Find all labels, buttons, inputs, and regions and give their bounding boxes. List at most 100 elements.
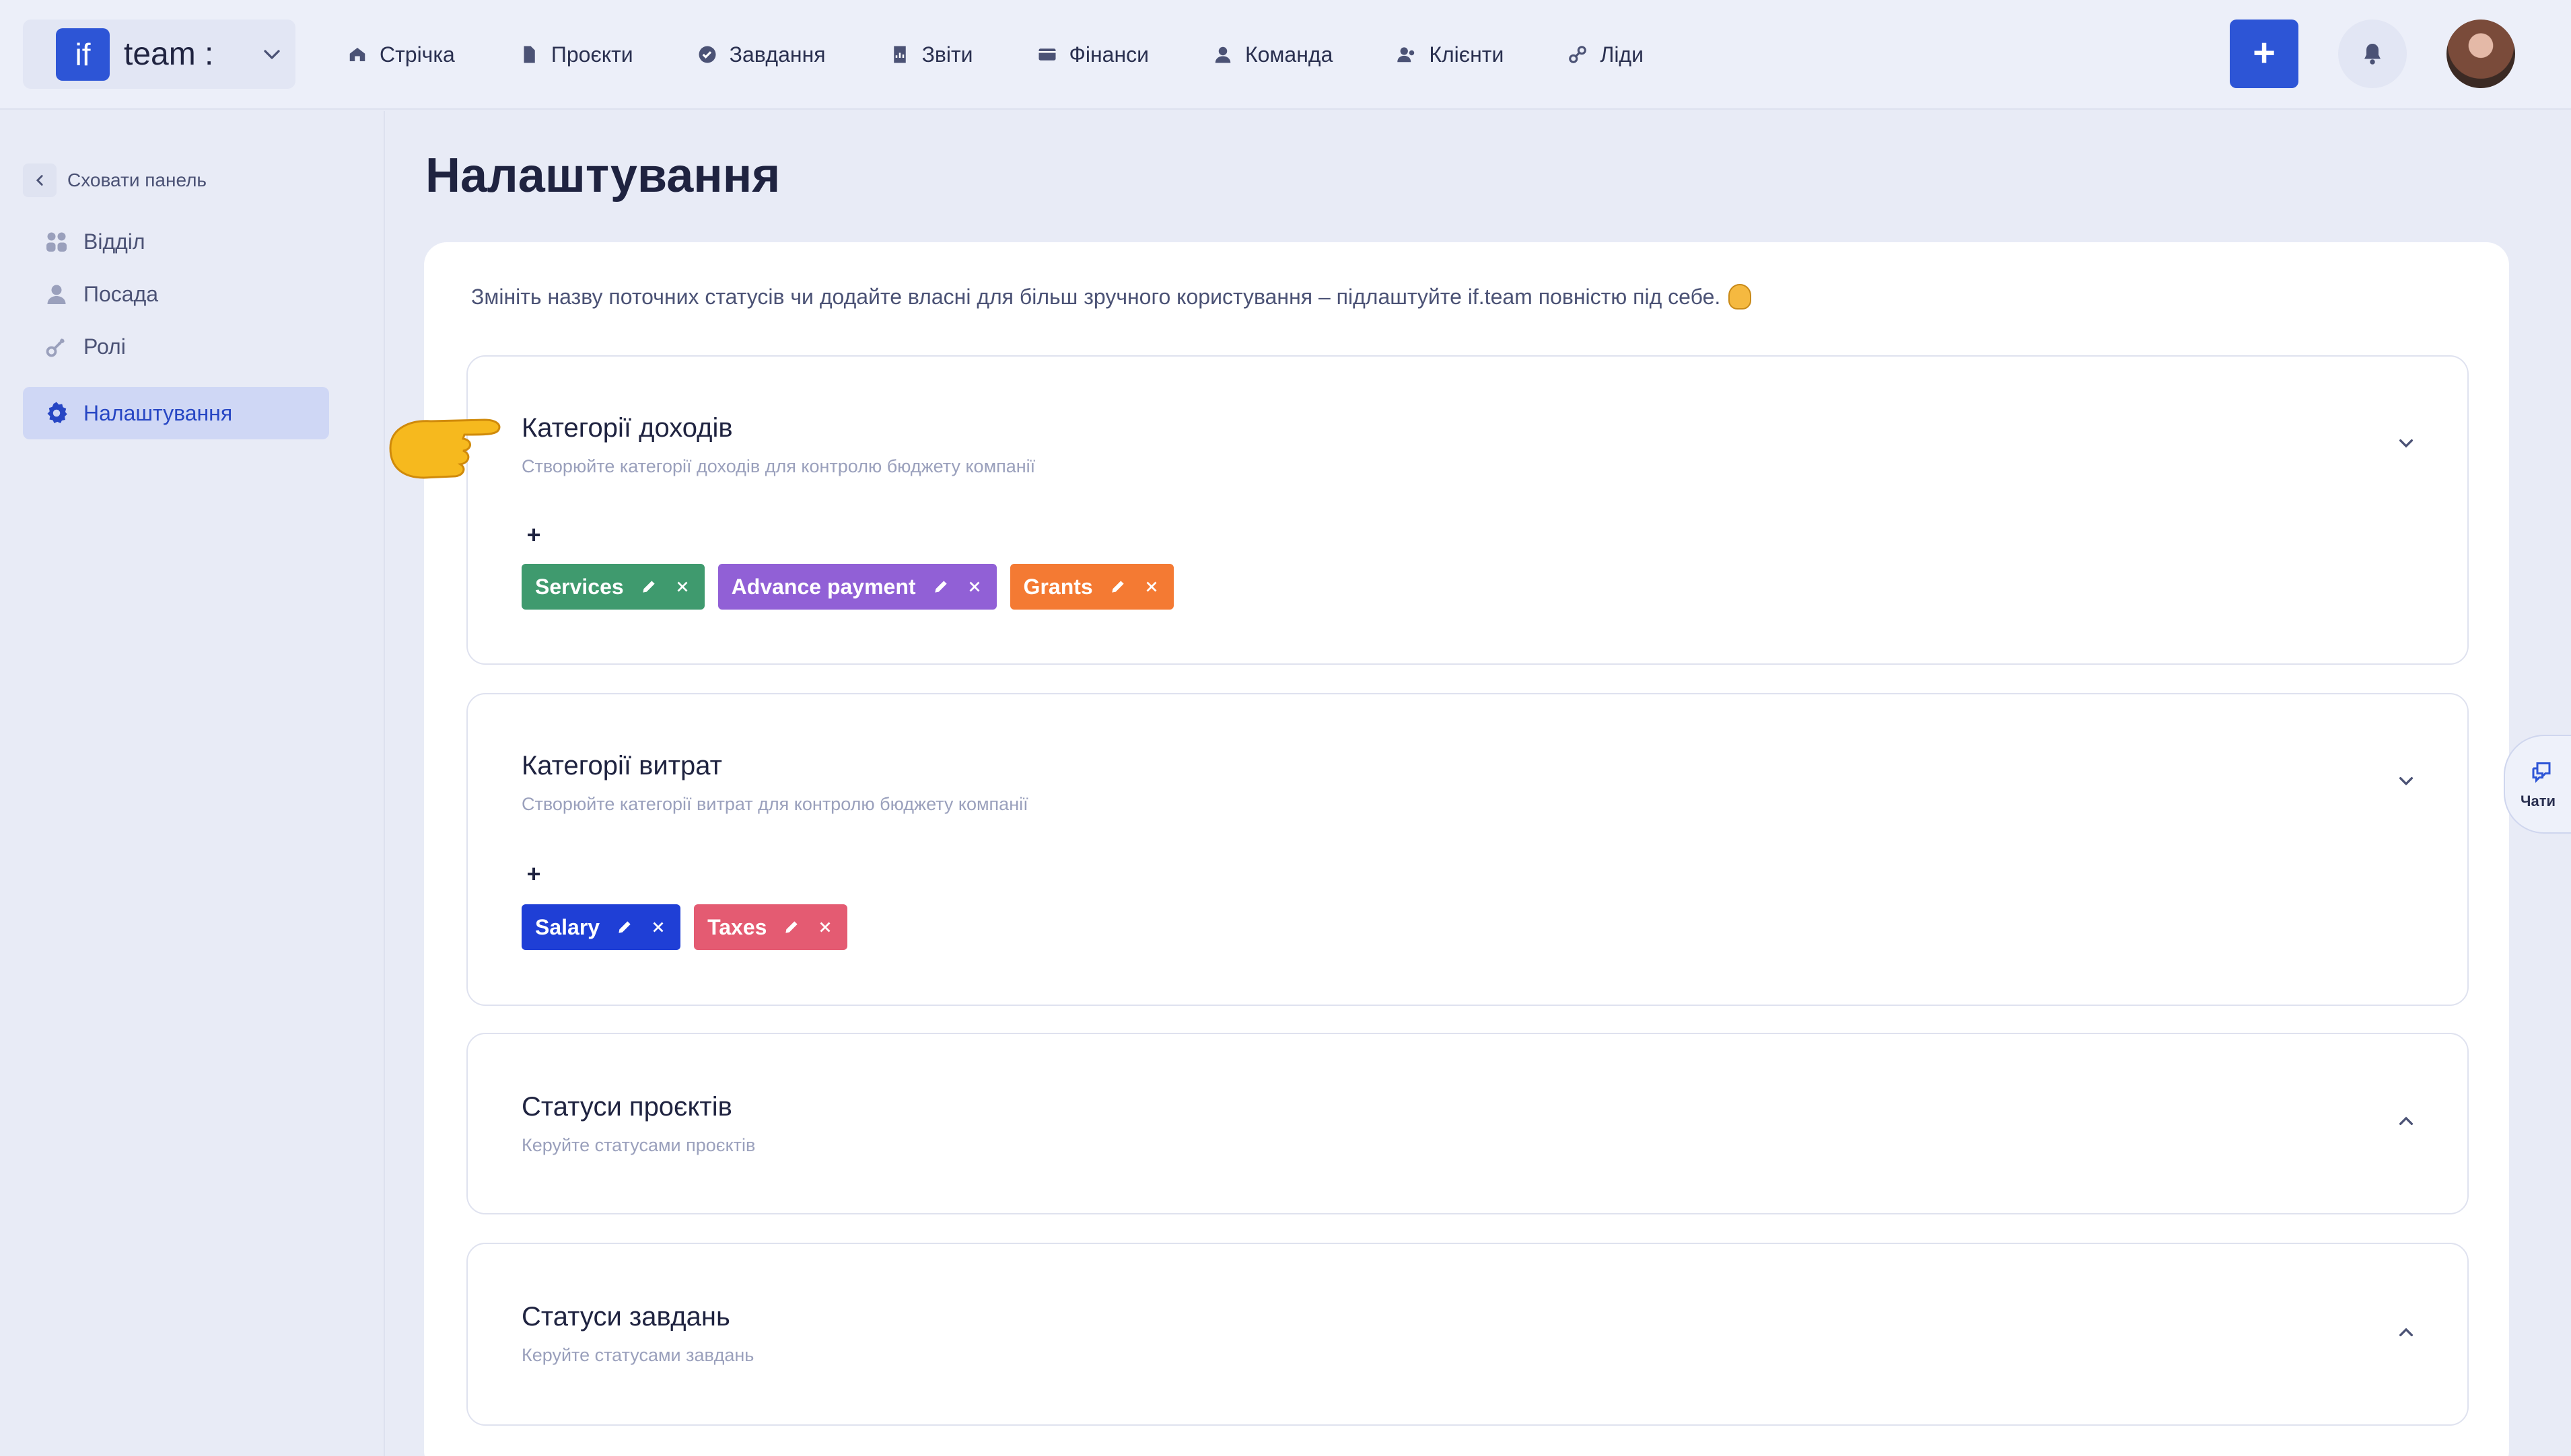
- section-title: Категорії доходів: [522, 413, 733, 443]
- sidebar-item-position[interactable]: Посада: [23, 268, 329, 320]
- avatar[interactable]: [2446, 20, 2515, 88]
- tag-label: Salary: [535, 914, 600, 939]
- workspace-switcher[interactable]: if team :: [23, 20, 295, 89]
- add-category-button[interactable]: +: [522, 862, 546, 887]
- chats-label: Чати: [2521, 793, 2556, 809]
- intro-label: Змініть назву поточних статусів чи додай…: [471, 284, 1721, 309]
- close-icon[interactable]: [674, 578, 691, 595]
- section-subtitle: Керуйте статусами завдань: [522, 1345, 754, 1365]
- chevron-up-icon[interactable]: [2393, 1108, 2420, 1135]
- section-subtitle: Створюйте категорії доходів для контролю…: [522, 456, 1036, 476]
- nav-item-reports[interactable]: Звіти: [890, 34, 973, 75]
- chevron-down-icon: [264, 50, 280, 59]
- nav-label: Клієнти: [1429, 42, 1504, 67]
- section-subtitle: Створюйте категорії витрат для контролю …: [522, 794, 1028, 814]
- key-icon: [46, 338, 65, 357]
- nav-item-team[interactable]: Команда: [1213, 34, 1333, 75]
- brand-logo: if: [56, 28, 110, 81]
- settings-panel: Змініть назву поточних статусів чи додай…: [424, 242, 2509, 1456]
- section-income-categories: Категорії доходів Створюйте категорії до…: [466, 355, 2469, 665]
- nav-label: Команда: [1244, 42, 1333, 67]
- tag-salary: Salary: [522, 904, 681, 950]
- top-bar: if team : Стрічка Проєкти Завдання Звіти…: [0, 0, 2571, 110]
- pencil-icon[interactable]: [640, 578, 658, 595]
- tag-label: Grants: [1023, 574, 1093, 599]
- check-circle-icon: [699, 46, 716, 63]
- chevron-up-icon[interactable]: [2393, 1319, 2420, 1346]
- nav-item-leads[interactable]: Ліди: [1568, 34, 1644, 75]
- pencil-icon[interactable]: [616, 918, 633, 936]
- chevron-down-icon[interactable]: [2393, 767, 2420, 794]
- add-category-button[interactable]: +: [522, 523, 546, 548]
- section-title: Статуси завдань: [522, 1302, 730, 1332]
- section-subtitle: Керуйте статусами проєктів: [522, 1135, 756, 1155]
- section-project-statuses[interactable]: Статуси проєктів Керуйте статусами проєк…: [466, 1033, 2469, 1214]
- chevron-down-icon[interactable]: [2393, 429, 2420, 456]
- nav-label: Проєкти: [551, 42, 633, 67]
- section-title: Категорії витрат: [522, 751, 722, 780]
- user-icon: [47, 285, 66, 304]
- group-icon: [46, 232, 67, 252]
- nav-label: Ліди: [1600, 42, 1644, 67]
- nav-label: Стрічка: [380, 42, 455, 67]
- hide-panel-label: Сховати панель: [67, 170, 207, 190]
- tag-label: Advance payment: [731, 574, 916, 599]
- wallet-icon: [1038, 48, 1056, 61]
- hide-panel-button[interactable]: Сховати панель: [23, 163, 207, 197]
- section-expense-categories: Категорії витрат Створюйте категорії вит…: [466, 693, 2469, 1006]
- brand-name: team :: [124, 36, 214, 72]
- page-title: Налаштування: [425, 149, 781, 203]
- chats-tab[interactable]: Чати: [2504, 735, 2571, 834]
- nav-label: Звіти: [921, 42, 973, 67]
- sidebar-item-roles[interactable]: Ролі: [23, 320, 329, 373]
- tag-label: Taxes: [707, 914, 767, 939]
- users-icon: [1397, 47, 1415, 63]
- ok-hand-icon: [1728, 284, 1752, 310]
- sidebar-item-department[interactable]: Відділ: [23, 215, 329, 268]
- nav-item-projects[interactable]: Проєкти: [519, 34, 633, 75]
- tag-grants: Grants: [1010, 564, 1174, 610]
- tag-services: Services: [522, 564, 705, 610]
- report-icon: [893, 46, 906, 63]
- tag-list: Salary Taxes: [522, 904, 861, 950]
- nav-item-tasks[interactable]: Завдання: [697, 34, 826, 75]
- add-button[interactable]: +: [2230, 20, 2298, 88]
- chevron-left-icon: [23, 163, 57, 197]
- sidebar-item-label: Посада: [83, 281, 159, 306]
- nav-item-feed[interactable]: Стрічка: [347, 34, 455, 75]
- section-task-statuses[interactable]: Статуси завдань Керуйте статусами завдан…: [466, 1243, 2469, 1426]
- close-icon[interactable]: [1143, 578, 1160, 595]
- nav-item-finance[interactable]: Фінанси: [1037, 34, 1149, 75]
- section-title: Статуси проєктів: [522, 1092, 732, 1122]
- nav-item-clients[interactable]: Клієнти: [1397, 34, 1504, 75]
- document-icon: [524, 46, 535, 63]
- sidebar-item-settings[interactable]: Налаштування: [23, 387, 329, 439]
- pointing-hand-icon: [389, 418, 501, 479]
- user-icon: [1215, 46, 1231, 63]
- tag-list: Services Advance payment Grants: [522, 564, 1187, 610]
- intro-text: Змініть назву поточних статусів чи додай…: [471, 284, 1752, 310]
- sidebar-item-label: Ролі: [83, 334, 126, 359]
- bell-icon: [2364, 44, 2381, 65]
- pencil-icon[interactable]: [932, 578, 950, 595]
- close-icon[interactable]: [816, 918, 834, 936]
- pencil-icon[interactable]: [783, 918, 800, 936]
- nav-label: Завдання: [729, 42, 826, 67]
- link-icon: [1569, 46, 1587, 63]
- gear-icon: [47, 402, 67, 423]
- close-icon[interactable]: [966, 578, 983, 595]
- notifications-button[interactable]: [2338, 20, 2407, 88]
- chat-icon: [2532, 762, 2551, 783]
- tag-label: Services: [535, 574, 624, 599]
- sidebar-item-label: Налаштування: [83, 400, 233, 425]
- main-nav: Стрічка Проєкти Завдання Звіти Фінанси К…: [347, 34, 1707, 75]
- sidebar-divider: [384, 111, 385, 1456]
- tag-advance-payment: Advance payment: [717, 564, 997, 610]
- pencil-icon[interactable]: [1109, 578, 1127, 595]
- close-icon[interactable]: [649, 918, 667, 936]
- sidebar-item-label: Відділ: [83, 229, 145, 254]
- nav-label: Фінанси: [1069, 42, 1149, 67]
- home-icon: [349, 48, 365, 61]
- tag-taxes: Taxes: [694, 904, 848, 950]
- sidebar: Сховати панель Відділ Посада Ролі Налашт…: [0, 111, 384, 1456]
